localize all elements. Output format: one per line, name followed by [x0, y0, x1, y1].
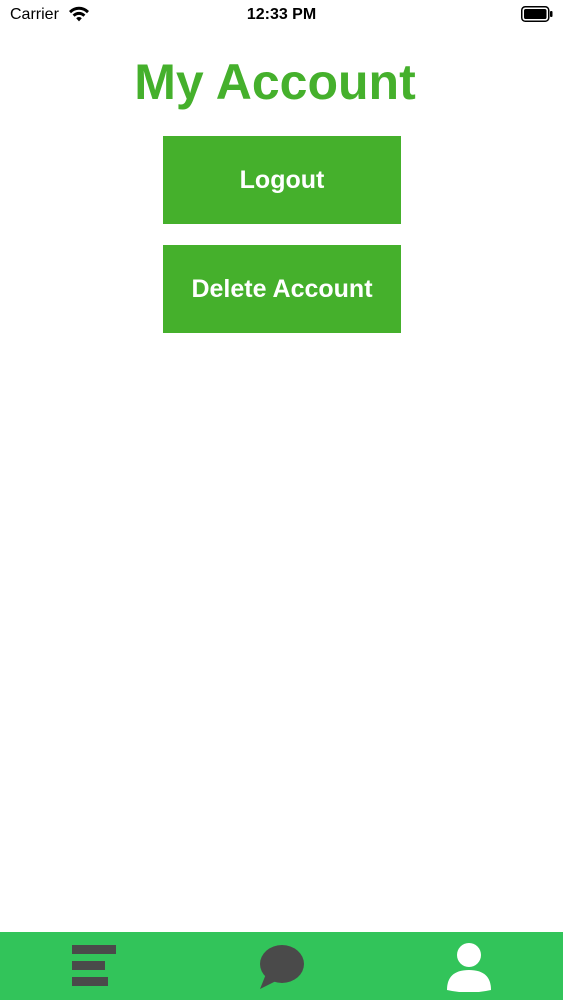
chat-bubble-icon: [260, 945, 304, 989]
tab-menu[interactable]: [34, 932, 154, 1000]
tab-chat[interactable]: [222, 932, 342, 1000]
menu-icon: [72, 945, 116, 986]
profile-icon: [447, 943, 491, 992]
logout-button[interactable]: Logout: [163, 136, 401, 224]
delete-account-button[interactable]: Delete Account: [163, 245, 401, 333]
battery-icon: [521, 6, 553, 22]
page-title: My Account: [134, 54, 416, 110]
status-bar: Carrier 12:33 PM: [0, 0, 563, 30]
tab-bar: [0, 932, 563, 1000]
tab-profile[interactable]: [409, 932, 529, 1000]
clock-time: 12:33 PM: [246, 6, 317, 23]
